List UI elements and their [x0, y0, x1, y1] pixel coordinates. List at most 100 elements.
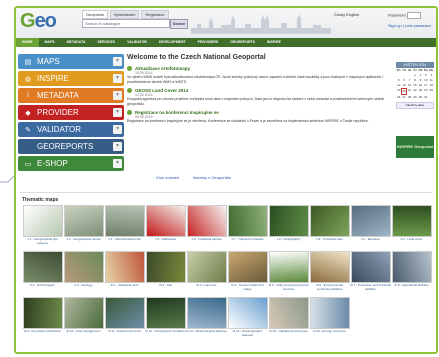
thematic-map-caption[interactable]: III.1 - Statistical units	[104, 283, 145, 288]
calendar-all-events-button[interactable]: Všechny akce	[396, 102, 434, 109]
thematic-map-caption[interactable]: III.11 - Natural risk zones	[104, 329, 145, 334]
thematic-map-caption[interactable]: III.9 - Population distribution	[22, 329, 63, 334]
language-links[interactable]: Česky English	[334, 12, 359, 17]
thematic-map-thumbnail[interactable]	[391, 205, 432, 237]
nav-item-providers[interactable]: PROVIDERS	[192, 38, 225, 47]
thematic-map-thumbnail[interactable]	[186, 251, 227, 283]
thematic-map-tile[interactable]: III.14 - Oceanographic features	[227, 297, 268, 343]
thematic-map-tile[interactable]: III.8 - Agricultural facilities	[391, 251, 432, 297]
thematic-map-thumbnail[interactable]	[104, 251, 145, 283]
nav-item-inspire[interactable]: INSPIRE	[261, 38, 287, 47]
nav-item-georeports[interactable]: GEOREPORTS	[224, 38, 261, 47]
calendar-day[interactable]: 25	[429, 88, 434, 95]
menu-item-validator[interactable]: ✎ VALIDATOR ▾	[18, 122, 124, 137]
nav-item-services[interactable]: SERVICES	[91, 38, 121, 47]
nav-item-home[interactable]: HOME	[16, 38, 39, 47]
chevron-down-icon[interactable]: ▾	[113, 125, 122, 134]
thematic-map-thumbnail[interactable]	[309, 205, 350, 237]
thematic-map-tile[interactable]: II.1 - Elevation	[350, 205, 391, 251]
inspire-banner[interactable]: INSPIRE Geoportal	[396, 136, 434, 158]
thematic-map-tile[interactable]: 1.5 - Addresses	[145, 205, 186, 251]
thematic-map-tile[interactable]: 1.1 - Geographical grid systems	[22, 205, 63, 251]
menu-item-e-shop[interactable]: ▭ E-SHOP ▾	[18, 156, 124, 171]
thematic-map-tile[interactable]: III.9 - Population distribution	[22, 297, 63, 343]
thematic-map-tile[interactable]: III.15 - Habitats and biotopes	[268, 297, 309, 343]
thematic-map-tile[interactable]: III.7 - Production and industrial facili…	[350, 251, 391, 297]
nav-item-validator[interactable]: VALIDATOR	[121, 38, 153, 47]
thematic-map-thumbnail[interactable]	[186, 297, 227, 329]
thematic-map-thumbnail[interactable]	[186, 205, 227, 237]
thematic-map-caption[interactable]: II.2 - Land cover	[391, 237, 432, 242]
thematic-map-caption[interactable]: III.5 - Utility and governmental service…	[268, 283, 309, 291]
thematic-map-thumbnail[interactable]	[309, 251, 350, 283]
menu-item-georeports[interactable]: GEOREPORTS ▾	[18, 139, 124, 154]
thematic-map-tile[interactable]: III.2 - Soil	[145, 251, 186, 297]
thematic-map-thumbnail[interactable]	[63, 297, 104, 329]
thematic-map-thumbnail[interactable]	[391, 251, 432, 283]
menu-item-inspire[interactable]: ◍ INSPIRE ▾	[18, 71, 124, 86]
password-field[interactable]	[406, 12, 421, 19]
thematic-map-caption[interactable]: 1.8 - Hydrography	[268, 237, 309, 242]
thematic-map-caption[interactable]: III.7 - Production and industrial facili…	[350, 283, 391, 291]
thematic-map-thumbnail[interactable]	[309, 297, 350, 329]
thematic-map-tile[interactable]: III.1 - Statistical units	[104, 251, 145, 297]
thematic-map-caption[interactable]: 1.9 - Protected sites	[309, 237, 350, 242]
menu-item-metadata[interactable]: i METADATA ▾	[18, 88, 124, 103]
thematic-map-thumbnail[interactable]	[227, 297, 268, 329]
thematic-map-thumbnail[interactable]	[22, 205, 63, 237]
thematic-map-caption[interactable]: II.3 - Orthoimagery	[22, 283, 63, 288]
thematic-map-tile[interactable]: III.13 - Meteorological features	[186, 297, 227, 343]
thematic-map-thumbnail[interactable]	[227, 251, 268, 283]
geoportal-logo[interactable]: Geo	[20, 10, 57, 33]
chevron-down-icon[interactable]: ▾	[113, 74, 122, 83]
thematic-map-thumbnail[interactable]	[145, 251, 186, 283]
thematic-map-thumbnail[interactable]	[63, 251, 104, 283]
thematic-map-caption[interactable]: III.2 - Soil	[145, 283, 186, 288]
thematic-map-tile[interactable]: 1.9 - Protected sites	[309, 205, 350, 251]
chevron-down-icon[interactable]: ▾	[113, 108, 122, 117]
thematic-map-tile[interactable]: 1.2 - Geographical names	[63, 205, 104, 251]
thematic-map-caption[interactable]: II.1 - Elevation	[350, 237, 391, 242]
geoportal-news-link[interactable]: Novinky v Geoportálu	[193, 175, 231, 180]
chevron-down-icon[interactable]: ▾	[113, 57, 122, 66]
menu-item-maps[interactable]: ▤ MAPS ▾	[18, 54, 124, 69]
thematic-map-tile[interactable]: II.2 - Land cover	[391, 205, 432, 251]
nav-item-metadata[interactable]: METADATA	[61, 38, 92, 47]
thematic-map-thumbnail[interactable]	[268, 297, 309, 329]
search-input[interactable]: Search in catalogue	[82, 19, 170, 28]
thematic-map-tile[interactable]: III.12 - Atmospheric conditions	[145, 297, 186, 343]
thematic-map-tile[interactable]: 1.7 - Transport networks	[227, 205, 268, 251]
thematic-map-caption[interactable]: 1.7 - Transport networks	[227, 237, 268, 242]
nav-item-maps[interactable]: MAPS	[39, 38, 61, 47]
header-tab[interactable]: Geoportal	[82, 10, 108, 19]
thematic-map-tile[interactable]: 1.8 - Hydrography	[268, 205, 309, 251]
more-news-link[interactable]: Více novinek	[156, 175, 179, 180]
thematic-map-caption[interactable]: III.14 - Oceanographic features	[227, 329, 268, 337]
thematic-map-tile[interactable]: III.10 - Area management	[63, 297, 104, 343]
thematic-map-thumbnail[interactable]	[350, 205, 391, 237]
thematic-map-caption[interactable]: II.4 - Geology	[63, 283, 104, 288]
thematic-map-caption[interactable]: 1.4 - Administrative units	[104, 237, 145, 242]
thematic-map-caption[interactable]: III.12 - Atmospheric conditions	[145, 329, 186, 334]
thematic-map-caption[interactable]: III.8 - Agricultural facilities	[391, 283, 432, 288]
thematic-map-caption[interactable]: III.10 - Area management	[63, 329, 104, 334]
thematic-map-thumbnail[interactable]	[268, 251, 309, 283]
thematic-map-tile[interactable]: III.6 - Environmental monitoring facilit…	[309, 251, 350, 297]
chevron-down-icon[interactable]: ▾	[113, 91, 122, 100]
thematic-map-caption[interactable]: III.16 - Energy resources	[309, 329, 350, 334]
thematic-map-thumbnail[interactable]	[145, 205, 186, 237]
thematic-map-caption[interactable]: III.13 - Meteorological features	[186, 329, 227, 334]
thematic-map-thumbnail[interactable]	[104, 297, 145, 329]
thematic-map-thumbnail[interactable]	[145, 297, 186, 329]
thematic-map-thumbnail[interactable]	[350, 251, 391, 283]
header-tab[interactable]: Vyhledávání	[109, 10, 140, 19]
chevron-down-icon[interactable]: ▾	[113, 142, 122, 151]
header-tab[interactable]: Registrace	[141, 10, 169, 19]
thematic-map-thumbnail[interactable]	[63, 205, 104, 237]
thematic-map-tile[interactable]: II.4 - Geology	[63, 251, 104, 297]
thematic-map-tile[interactable]: III.11 - Natural risk zones	[104, 297, 145, 343]
chevron-down-icon[interactable]: ▾	[113, 159, 122, 168]
thematic-map-thumbnail[interactable]	[268, 205, 309, 237]
thematic-map-tile[interactable]: III.16 - Energy resources	[309, 297, 350, 343]
thematic-map-caption[interactable]: 1.2 - Geographical names	[63, 237, 104, 242]
